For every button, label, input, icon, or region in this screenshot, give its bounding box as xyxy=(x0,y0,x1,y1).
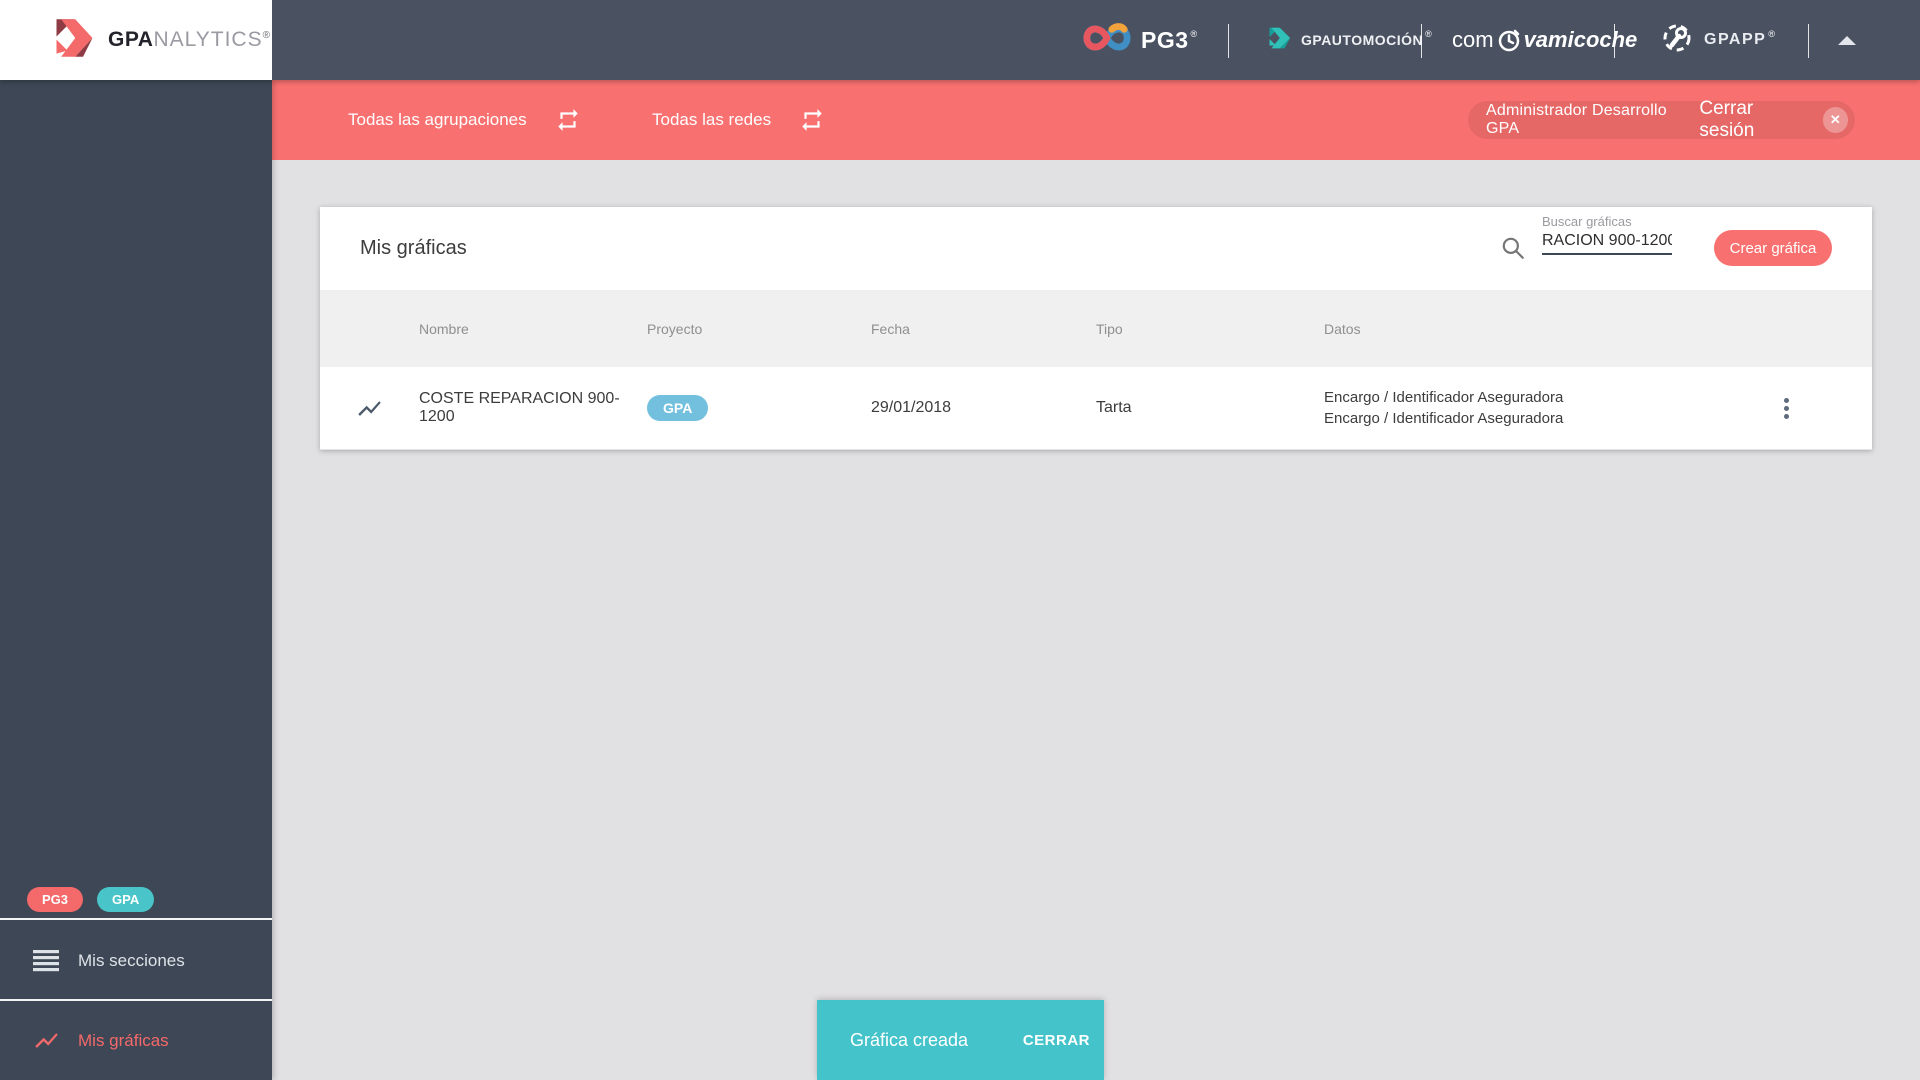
menu-icon xyxy=(33,949,60,972)
networks-label: Todas las redes xyxy=(652,110,772,129)
collapse-header-caret-up-icon[interactable] xyxy=(1838,36,1856,45)
row-chart-type-icon-cell xyxy=(320,367,419,449)
pg3-infinity-icon xyxy=(1083,21,1131,60)
close-session-icon[interactable]: ✕ xyxy=(1822,107,1848,133)
search-icon xyxy=(1500,235,1526,266)
toast-message: Gráfica creada xyxy=(850,1029,969,1050)
gpanalytics-logo[interactable]: GPANALYTICS® xyxy=(0,0,272,80)
line-chart-icon xyxy=(358,400,381,416)
filter-bar: Todas las agrupaciones Todas las redes A… xyxy=(272,80,1920,160)
brand-gpapp[interactable]: GPAPP ® xyxy=(1660,0,1775,80)
search-input[interactable] xyxy=(1542,232,1672,250)
header-divider xyxy=(1228,24,1229,58)
header-divider xyxy=(1614,24,1615,58)
brand-gpautomocion[interactable]: GPAUTOMOCIÓN ® xyxy=(1262,0,1432,80)
table-header-actions xyxy=(1700,290,1872,367)
table-header-nombre: Nombre xyxy=(419,320,469,337)
row-data-cell: Encargo / Identificador Aseguradora Enca… xyxy=(1324,367,1700,449)
comprovamicoche-part1: com xyxy=(1452,27,1494,52)
table-header-proyecto: Proyecto xyxy=(647,320,703,337)
charts-card: Mis gráficas Buscar gráficas Crear gráfi… xyxy=(320,207,1872,450)
sidebar: PG3 GPA Mis secciones Mis gráficas xyxy=(0,80,272,1080)
card-toolbar: Mis gráficas Buscar gráficas Crear gráfi… xyxy=(320,207,1872,290)
toast-close-button[interactable]: CERRAR xyxy=(1023,1032,1090,1049)
groupings-label: Todas las agrupaciones xyxy=(348,110,527,129)
repeat-icon[interactable] xyxy=(555,107,581,133)
repeat-icon[interactable] xyxy=(799,107,825,133)
gpanalytics-wordmark: GPANALYTICS® xyxy=(108,28,271,51)
pg3-label: PG3 xyxy=(1141,26,1189,53)
logout-button[interactable]: Cerrar sesión xyxy=(1699,98,1810,142)
table-header-tipo: Tipo xyxy=(1096,320,1123,337)
row-data-line: Encargo / Identificador Aseguradora xyxy=(1324,389,1564,406)
table-header-datos: Datos xyxy=(1324,320,1361,337)
user-session-pill: Administrador Desarrollo GPA Cerrar sesi… xyxy=(1468,98,1855,142)
row-name: COSTE REPARACION 900-1200 xyxy=(419,390,620,425)
brand-pg3[interactable]: PG3 ® xyxy=(1083,0,1197,80)
table-header-fecha: Fecha xyxy=(871,320,910,337)
user-name: Administrador Desarrollo GPA xyxy=(1486,102,1667,137)
wrench-icon xyxy=(1660,21,1694,60)
page-title: Mis gráficas xyxy=(360,237,467,259)
header-divider xyxy=(1808,24,1809,58)
sidebar-item-label: Mis secciones xyxy=(78,950,185,970)
table-row[interactable]: COSTE REPARACION 900-1200 GPA 29/01/2018… xyxy=(320,367,1872,450)
table-header-row: Nombre Proyecto Fecha Tipo Datos xyxy=(320,290,1872,367)
top-header-bar: PG3 ® GPAUTOMOCIÓN ® com vamicoche GPAPP… xyxy=(0,0,1920,80)
gpautomocion-arrow-icon xyxy=(1262,23,1292,58)
sidebar-item-label: Mis gráficas xyxy=(78,1030,169,1050)
gpapp-reg-mark: ® xyxy=(1768,29,1775,39)
groupings-selector[interactable]: Todas las agrupaciones xyxy=(348,80,581,160)
gpautomocion-label: GPAUTOMOCIÓN xyxy=(1301,32,1424,48)
gpautomocion-reg-mark: ® xyxy=(1425,29,1432,39)
row-actions-cell xyxy=(1700,367,1872,449)
row-date: 29/01/2018 xyxy=(871,399,952,416)
row-project-cell: GPA xyxy=(647,367,871,449)
header-divider xyxy=(1421,24,1422,58)
badge-pg3[interactable]: PG3 xyxy=(27,887,84,912)
row-data-line: Encargo / Identificador Aseguradora xyxy=(1324,410,1564,427)
badge-gpa[interactable]: GPA xyxy=(97,887,155,912)
toast-notification: Gráfica creada CERRAR xyxy=(817,1000,1104,1080)
search-underline xyxy=(1542,253,1672,255)
create-chart-button[interactable]: Crear gráfica xyxy=(1714,230,1832,266)
sidebar-item-mis-graficas[interactable]: Mis gráficas xyxy=(0,1001,272,1080)
sidebar-item-mis-secciones[interactable]: Mis secciones xyxy=(0,922,272,999)
gpanalytics-arrow-icon xyxy=(0,12,94,69)
comprovamicoche-part2: vamicoche xyxy=(1523,27,1638,52)
search-label: Buscar gráficas xyxy=(1542,214,1632,229)
project-badge: GPA xyxy=(647,395,709,421)
table-header-spacer xyxy=(320,290,419,367)
pg3-reg-mark: ® xyxy=(1190,29,1198,39)
search-field: Buscar gráficas xyxy=(1542,214,1672,255)
sidebar-divider xyxy=(0,918,272,920)
sidebar-badges: PG3 GPA xyxy=(27,887,155,912)
brand-comprovamicoche[interactable]: com vamicoche xyxy=(1452,0,1637,80)
gpapp-label: GPAPP xyxy=(1704,31,1767,48)
line-chart-icon xyxy=(33,1027,60,1054)
networks-selector[interactable]: Todas las redes xyxy=(652,80,825,160)
row-type: Tarta xyxy=(1096,399,1132,416)
clock-icon xyxy=(1494,24,1524,56)
kebab-menu-icon[interactable] xyxy=(1778,392,1795,425)
